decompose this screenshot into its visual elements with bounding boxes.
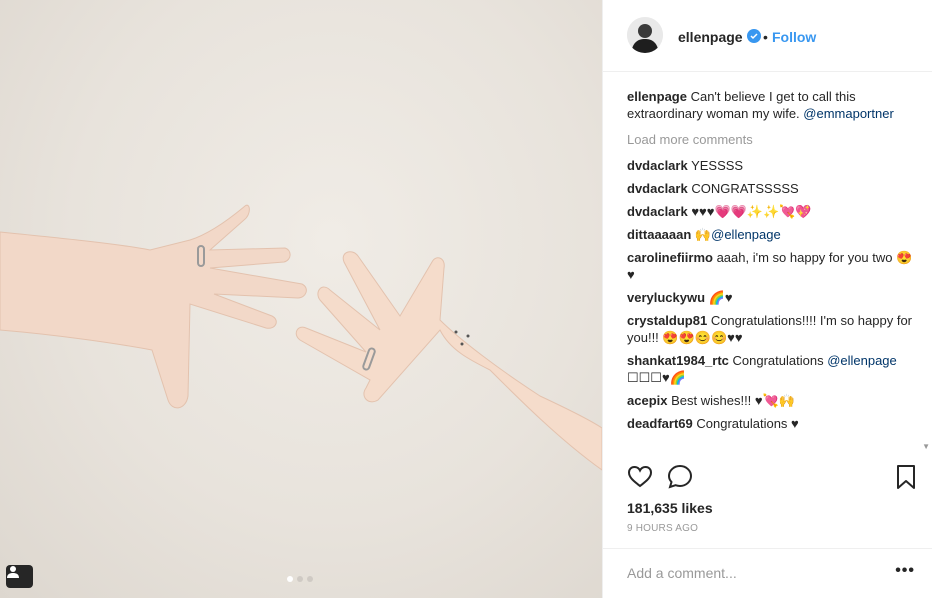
scroll-down-icon[interactable]: ▼: [922, 442, 930, 451]
add-comment-input[interactable]: Add a comment...: [627, 565, 737, 581]
comment-item: crystaldup81 Congratulations!!!! I'm so …: [627, 312, 917, 346]
comment-username[interactable]: acepix: [627, 393, 667, 408]
comment-username[interactable]: dittaaaaan: [627, 227, 691, 242]
comment-text: 🌈♥: [705, 290, 733, 305]
comments-list: ellenpage Can't believe I get to call th…: [627, 88, 917, 438]
verified-icon: [747, 29, 761, 43]
comment-username[interactable]: shankat1984_rtc: [627, 353, 729, 368]
comment-mention[interactable]: @ellenpage: [711, 227, 781, 242]
carousel-dot[interactable]: [297, 576, 303, 582]
avatar-image: [627, 17, 663, 53]
caption: ellenpage Can't believe I get to call th…: [627, 88, 917, 122]
comment-item: carolinefiirmo aaah, i'm so happy for yo…: [627, 249, 917, 283]
carousel-indicator: [287, 576, 313, 582]
comment-item: shankat1984_rtc Congratulations @ellenpa…: [627, 352, 917, 386]
user-tag-icon[interactable]: [6, 565, 33, 588]
carousel-dot[interactable]: [307, 576, 313, 582]
comment-mention[interactable]: @ellenpage: [827, 353, 897, 368]
comment-item: dvdaclark CONGRATSSSSS: [627, 180, 917, 197]
comment-item: acepix Best wishes!!! ♥💘🙌: [627, 392, 917, 409]
caption-mention[interactable]: @emmaportner: [803, 106, 894, 121]
comment-username[interactable]: dvdaclark: [627, 204, 688, 219]
comment-username[interactable]: deadfart69: [627, 416, 693, 431]
comment-username[interactable]: carolinefiirmo: [627, 250, 713, 265]
comment-text: Best wishes!!! ♥💘🙌: [667, 393, 795, 408]
comment-text: 🙌: [691, 227, 712, 242]
comment-item: veryluckywu 🌈♥: [627, 289, 917, 306]
caption-username[interactable]: ellenpage: [627, 89, 687, 104]
post-side-panel: ellenpage • Follow ellenpage Can't belie…: [602, 0, 932, 598]
follow-button[interactable]: Follow: [772, 29, 816, 45]
comment-item: dvdaclark ♥♥♥💗💗✨✨💘💖: [627, 203, 917, 220]
comment-text: Congratulations: [728, 353, 828, 368]
comment-text: YESSSS: [687, 158, 744, 173]
heart-icon[interactable]: [627, 464, 653, 490]
load-more-comments-button[interactable]: Load more comments: [627, 131, 917, 148]
avatar[interactable]: [627, 17, 663, 53]
comment-username[interactable]: veryluckywu: [627, 290, 705, 305]
comment-item: dittaaaaan 🙌@ellenpage: [627, 226, 917, 243]
comment-item: dvdaclark YESSSS: [627, 157, 917, 174]
comment-username[interactable]: dvdaclark: [627, 181, 688, 196]
carousel-dot[interactable]: [287, 576, 293, 582]
comment-icon[interactable]: [667, 464, 693, 490]
username-link[interactable]: ellenpage: [678, 29, 743, 45]
separator-bullet: •: [763, 29, 768, 45]
post-actions: [603, 458, 932, 498]
post-photo[interactable]: [0, 0, 602, 598]
user-silhouette-icon: [7, 566, 19, 578]
comment-username[interactable]: dvdaclark: [627, 158, 688, 173]
comment-text: ♥♥♥💗💗✨✨💘💖: [687, 204, 812, 219]
comment-text: CONGRATSSSSS: [687, 181, 799, 196]
post-timestamp[interactable]: 9 HOURS AGO: [627, 523, 698, 534]
hands-illustration: [0, 204, 602, 471]
more-options-icon[interactable]: •••: [895, 562, 915, 580]
comment-text: Congratulations ♥: [692, 416, 799, 431]
bookmark-icon[interactable]: [893, 464, 919, 490]
comment-item: deadfart69 Congratulations ♥: [627, 415, 917, 432]
comment-text-suffix: ☐☐☐♥🌈: [627, 370, 686, 385]
post-header: ellenpage • Follow: [603, 0, 932, 72]
likes-count[interactable]: 181,635 likes: [627, 500, 713, 516]
comment-username[interactable]: crystaldup81: [627, 313, 707, 328]
add-comment-bar: Add a comment... •••: [603, 548, 932, 598]
